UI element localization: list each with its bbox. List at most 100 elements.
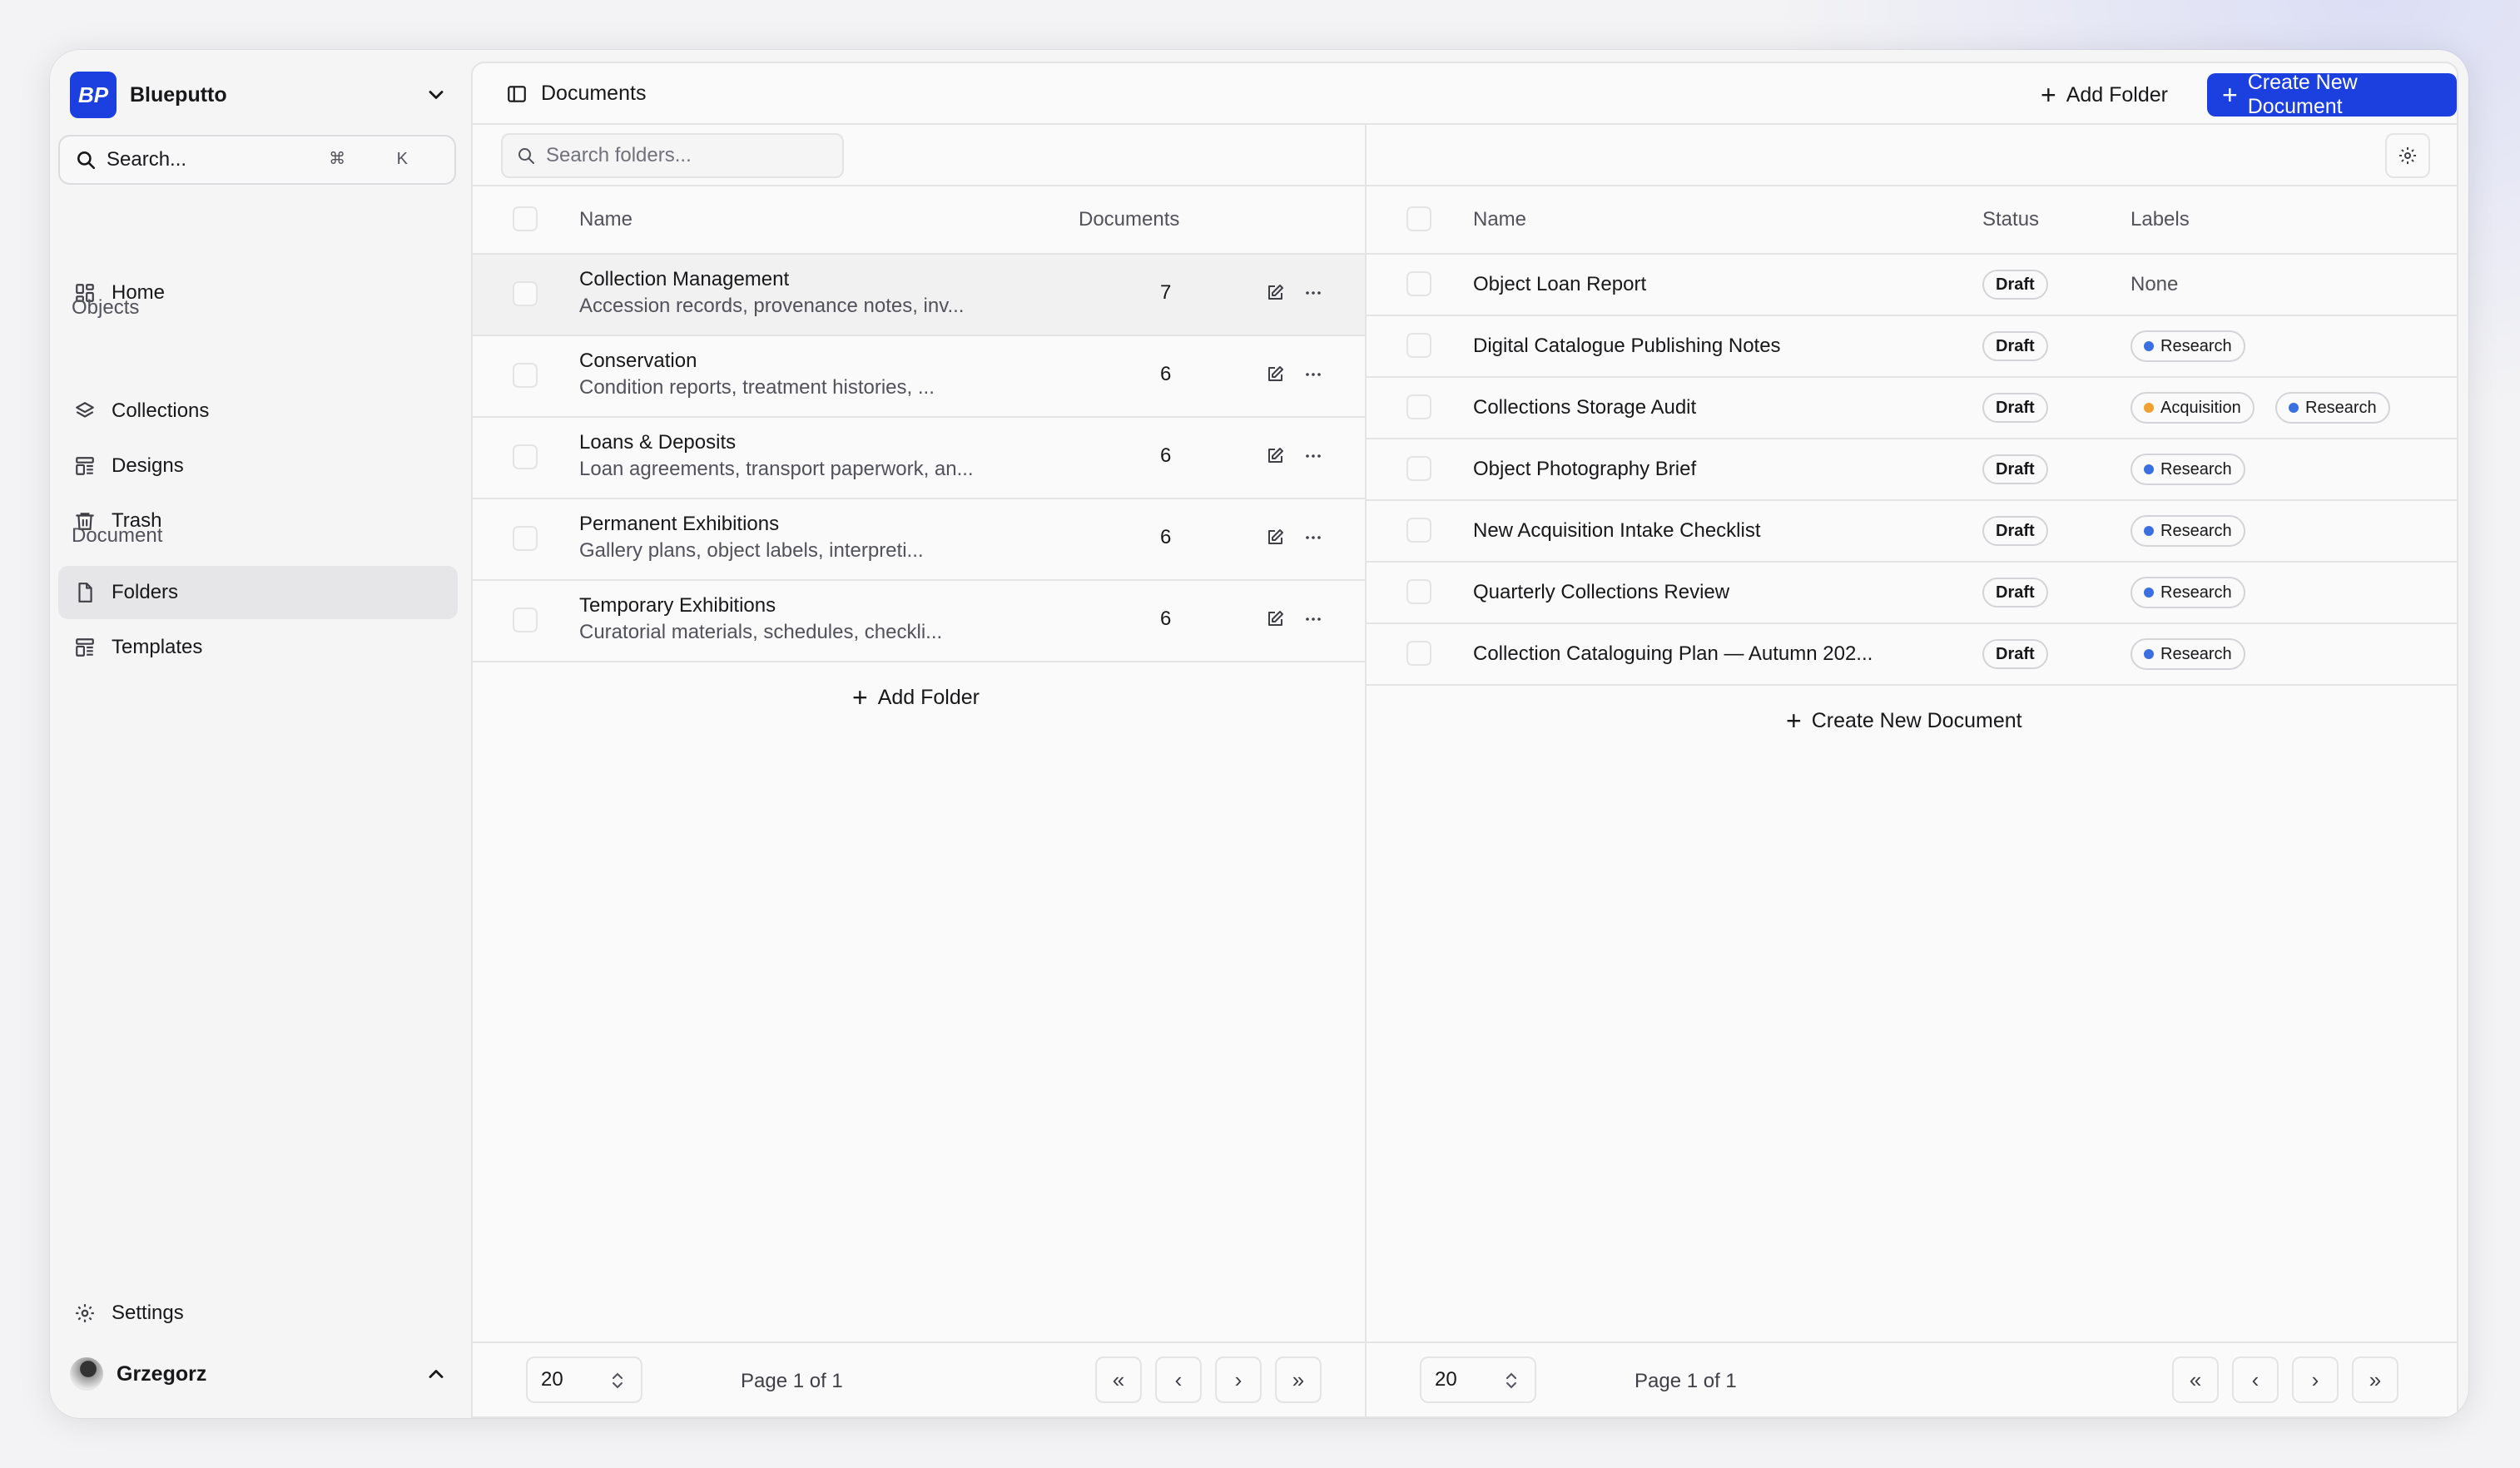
sidebar-item-settings[interactable]: Settings: [58, 1287, 458, 1340]
folder-name: Collection Management: [579, 268, 790, 290]
label-text: Research: [2160, 644, 2232, 663]
sidebar-toggle-icon[interactable]: [506, 83, 528, 105]
edit-icon[interactable]: [1263, 526, 1287, 549]
add-folder-button[interactable]: + Add Folder: [2027, 73, 2181, 117]
status-badge: Draft: [1982, 516, 2048, 546]
more-icon[interactable]: [1302, 444, 1325, 468]
table-row[interactable]: Conservation Condition reports, treatmen…: [473, 336, 1365, 418]
sidebar-item-designs[interactable]: Designs: [58, 439, 458, 493]
table-settings-button[interactable]: [2385, 133, 2430, 178]
workspace-switcher[interactable]: BP Blueputto: [70, 65, 459, 125]
table-row[interactable]: Loans & Deposits Loan agreements, transp…: [473, 418, 1365, 499]
first-page-button[interactable]: «: [1095, 1356, 1142, 1403]
folder-description: Gallery plans, object labels, interpreti…: [579, 539, 924, 562]
label-chip-research: Research: [2131, 330, 2245, 362]
edit-icon[interactable]: [1263, 608, 1287, 631]
row-checkbox[interactable]: [513, 608, 538, 632]
folders-pane: Name Documents Collection Management Acc…: [473, 125, 1367, 1418]
table-row[interactable]: Permanent Exhibitions Gallery plans, obj…: [473, 499, 1365, 581]
table-row[interactable]: New Acquisition Intake Checklist Draft R…: [1367, 501, 2458, 563]
app-window: BP Blueputto Search... ⌘ K Home Objects …: [50, 50, 2468, 1418]
top-bar: Documents + Add Folder + Create New Docu…: [473, 63, 2457, 125]
row-checkbox[interactable]: [1406, 333, 1431, 358]
edit-icon[interactable]: [1263, 281, 1287, 305]
prev-page-button[interactable]: ‹: [2232, 1356, 2279, 1403]
select-all-checkbox[interactable]: [513, 206, 538, 231]
row-checkbox[interactable]: [1406, 456, 1431, 481]
first-page-button[interactable]: «: [2172, 1356, 2219, 1403]
row-checkbox[interactable]: [513, 444, 538, 469]
table-row[interactable]: Quarterly Collections Review Draft Resea…: [1367, 563, 2458, 624]
document-name: Object Photography Brief: [1473, 458, 1697, 480]
more-icon[interactable]: [1302, 526, 1325, 549]
folder-search[interactable]: [501, 133, 844, 178]
label-text: Research: [2160, 336, 2232, 355]
folder-description: Condition reports, treatment histories, …: [579, 376, 935, 399]
more-icon[interactable]: [1302, 608, 1325, 631]
documents-table-header: Name Status Labels: [1367, 186, 2458, 255]
folder-name: Temporary Exhibitions: [579, 594, 776, 617]
create-document-label: Create New Document: [2247, 71, 2358, 118]
row-checkbox[interactable]: [513, 281, 538, 306]
global-search[interactable]: Search... ⌘ K: [58, 135, 456, 185]
status-badge: Draft: [1982, 454, 2048, 484]
search-icon: [77, 151, 96, 170]
more-icon[interactable]: [1302, 281, 1325, 305]
select-all-checkbox[interactable]: [1406, 206, 1431, 231]
row-checkbox[interactable]: [1406, 518, 1431, 543]
document-name: Quarterly Collections Review: [1473, 581, 1730, 603]
more-icon[interactable]: [1302, 363, 1325, 386]
label-chip-research: Research: [2131, 454, 2245, 485]
row-checkbox[interactable]: [513, 526, 538, 551]
chevron-updown-icon: [613, 1372, 623, 1389]
plus-icon: +: [2222, 80, 2238, 110]
layers-icon: [73, 399, 97, 423]
plus-icon: +: [852, 682, 868, 712]
section-label-objects: Objects: [72, 296, 140, 319]
document-name: Collections Storage Audit: [1473, 396, 1697, 419]
last-page-button[interactable]: »: [2352, 1356, 2398, 1403]
page-size-value: 20: [541, 1368, 563, 1391]
sidebar-item-label: Settings: [112, 1302, 184, 1324]
row-checkbox[interactable]: [513, 363, 538, 388]
create-document-button[interactable]: + Create New Document: [2207, 71, 2457, 118]
table-row[interactable]: Collection Cataloguing Plan — Autumn 202…: [1367, 624, 2458, 686]
last-page-button[interactable]: »: [1275, 1356, 1322, 1403]
folder-description: Accession records, provenance notes, inv…: [579, 295, 965, 317]
table-row[interactable]: Collections Storage Audit Draft Acquisit…: [1367, 378, 2458, 439]
next-page-button[interactable]: ›: [2292, 1356, 2339, 1403]
table-row[interactable]: Object Photography Brief Draft Research: [1367, 439, 2458, 501]
labels-none: None: [2131, 273, 2179, 295]
search-input[interactable]: [546, 144, 829, 167]
page-title: Documents: [541, 82, 647, 105]
row-checkbox[interactable]: [1406, 271, 1431, 296]
table-row[interactable]: Temporary Exhibitions Curatorial materia…: [473, 581, 1365, 662]
label-chip-research: Research: [2131, 638, 2245, 670]
page-size-select[interactable]: 20: [1420, 1356, 1536, 1403]
add-folder-inline-button[interactable]: + Add Folder: [852, 684, 980, 711]
plus-icon: +: [2041, 80, 2056, 110]
table-row[interactable]: Object Loan Report Draft None: [1367, 255, 2458, 316]
label-chip-acquisition: Acquisition: [2131, 392, 2255, 424]
sidebar-item-collections[interactable]: Collections: [58, 384, 458, 438]
sidebar-item-templates[interactable]: Templates: [58, 621, 458, 674]
label-chip-research: Research: [2131, 515, 2245, 547]
dot-icon: [2144, 403, 2154, 413]
table-row[interactable]: Collection Management Accession records,…: [473, 255, 1365, 336]
table-row[interactable]: Digital Catalogue Publishing Notes Draft…: [1367, 316, 2458, 378]
app-name: Blueputto: [130, 82, 227, 107]
next-page-button[interactable]: ›: [1215, 1356, 1262, 1403]
user-menu[interactable]: Grzegorz: [70, 1351, 459, 1396]
edit-icon[interactable]: [1263, 444, 1287, 468]
page-size-select[interactable]: 20: [526, 1356, 642, 1403]
prev-page-button[interactable]: ‹: [1155, 1356, 1202, 1403]
label-chip-research: Research: [2131, 577, 2245, 608]
row-checkbox[interactable]: [1406, 579, 1431, 604]
dot-icon: [2144, 526, 2154, 536]
row-checkbox[interactable]: [1406, 394, 1431, 419]
edit-icon[interactable]: [1263, 363, 1287, 386]
row-checkbox[interactable]: [1406, 641, 1431, 666]
sidebar-item-label: Folders: [112, 581, 179, 603]
create-document-inline-button[interactable]: + Create New Document: [1786, 707, 2022, 734]
sidebar-item-folders[interactable]: Folders: [58, 566, 458, 619]
